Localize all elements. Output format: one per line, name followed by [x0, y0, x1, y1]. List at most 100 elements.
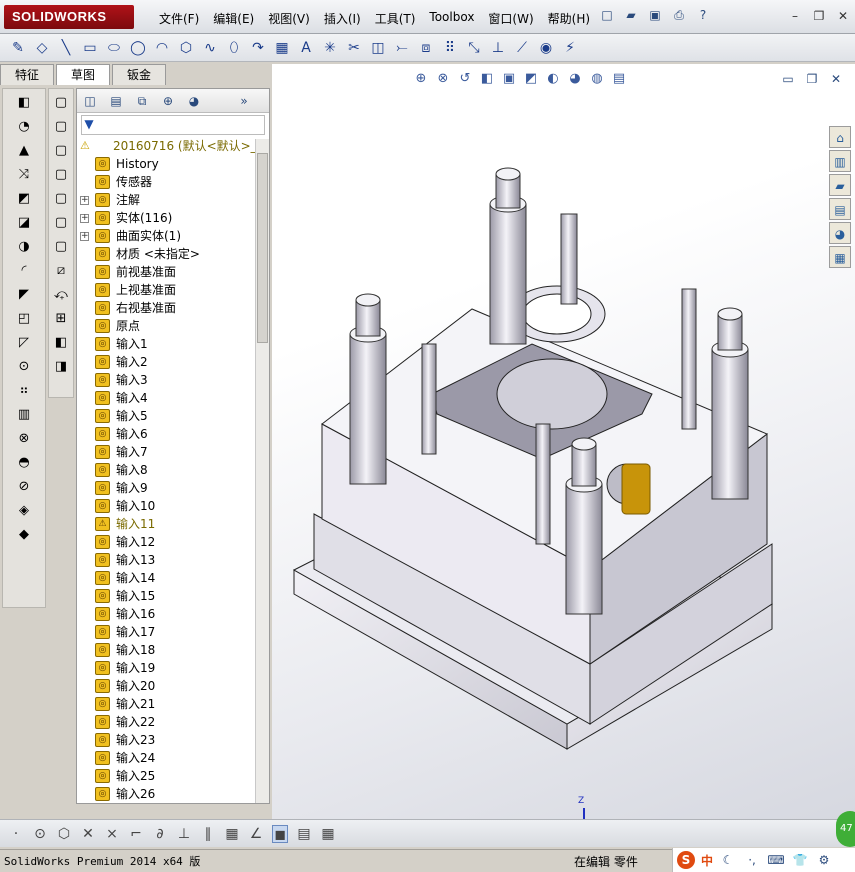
cube-icon-3[interactable]: ▢	[51, 141, 71, 161]
sweep-icon[interactable]: ⤨	[14, 165, 34, 185]
expand-toggle-icon[interactable]: +	[80, 232, 89, 241]
appearances-icon[interactable]: ◕	[829, 222, 851, 244]
configuration-manager-icon[interactable]: ⧉	[133, 92, 151, 110]
menu-edit[interactable]: 编辑(E)	[206, 10, 261, 27]
tree-item[interactable]: ◎ 输入24	[77, 749, 269, 767]
tree-item[interactable]: ◎ 原点	[77, 317, 269, 335]
skin-icon[interactable]: 👕	[791, 851, 809, 869]
extrude-icon[interactable]: ◧	[14, 93, 34, 113]
tangent-snap-icon[interactable]: ∂	[152, 825, 168, 843]
trim-icon[interactable]: ✂	[344, 39, 364, 57]
view-palette-icon[interactable]: ▤	[829, 198, 851, 220]
center-snap-icon[interactable]: ⊙	[32, 825, 48, 843]
draft-icon[interactable]: ◸	[14, 333, 34, 353]
cube-icon-2[interactable]: ▢	[51, 117, 71, 137]
split-line-icon[interactable]: ⧄	[51, 261, 71, 281]
angle-snap-icon[interactable]: ∠	[248, 825, 264, 843]
tree-item[interactable]: ◎ 材质 <未指定>	[77, 245, 269, 263]
tree-item[interactable]: ◎ 输入26	[77, 785, 269, 803]
tree-item[interactable]: ◎ 输入22	[77, 713, 269, 731]
cut-revolve-icon[interactable]: ◑	[14, 237, 34, 257]
new-document-icon[interactable]: □	[598, 6, 616, 24]
solidworks-logo[interactable]: SOLIDWORKS	[4, 5, 134, 29]
menu-view[interactable]: 视图(V)	[261, 10, 317, 27]
tree-item[interactable]: ◎ 前视基准面	[77, 263, 269, 281]
custom-properties-icon[interactable]: ▦	[829, 246, 851, 268]
keyboard-icon[interactable]: ⌨	[767, 851, 785, 869]
cube-icon[interactable]: ▢	[51, 93, 71, 113]
wrap-icon[interactable]: ⊗	[14, 429, 34, 449]
nearest-snap-icon[interactable]: ⌐	[128, 825, 144, 843]
performance-badge[interactable]: 47	[836, 811, 855, 847]
mirror-icon[interactable]: ⧈	[416, 39, 436, 57]
tree-item[interactable]: ◎ 输入2	[77, 353, 269, 371]
tools-icon[interactable]: ⚙	[815, 851, 833, 869]
tree-item[interactable]: ◎ 输入21	[77, 695, 269, 713]
line-icon[interactable]: ╲	[56, 39, 76, 57]
circle-icon[interactable]: ◯	[128, 39, 148, 57]
tree-item[interactable]: ◎ 输入19	[77, 659, 269, 677]
punctuation-icon[interactable]: ·,	[743, 851, 761, 869]
property-manager-icon[interactable]: ▤	[107, 92, 125, 110]
open-folder-icon[interactable]: ▰	[622, 6, 640, 24]
arc-icon[interactable]: ◠	[152, 39, 172, 57]
menu-window[interactable]: 窗口(W)	[481, 10, 540, 27]
fillet-icon[interactable]: ↷	[248, 39, 268, 57]
cube-icon-6[interactable]: ▢	[51, 213, 71, 233]
tree-item[interactable]: ◎ 输入20	[77, 677, 269, 695]
menu-help[interactable]: 帮助(H)	[541, 10, 597, 27]
dimxpert-icon[interactable]: ⊕	[159, 92, 177, 110]
display-relations-icon[interactable]: ⊥	[488, 39, 508, 57]
tree-item[interactable]: ⚠ 输入11	[77, 515, 269, 533]
display-manager-icon[interactable]: ◕	[185, 92, 203, 110]
tree-filter-input[interactable]: ▼	[81, 115, 265, 135]
ime-language[interactable]: 中	[701, 852, 713, 869]
tab-sheet-metal[interactable]: 钣金	[112, 64, 167, 85]
loft-icon[interactable]: ▲	[14, 141, 34, 161]
convert-entities-icon[interactable]: ◫	[368, 39, 388, 57]
menu-tools[interactable]: 工具(T)	[368, 10, 423, 27]
expand-toggle-icon[interactable]: +	[80, 214, 89, 223]
spline-icon[interactable]: ∿	[200, 39, 220, 57]
instant2d-icon[interactable]: ⚡	[560, 39, 580, 57]
point-snap-icon[interactable]: ·	[8, 825, 24, 843]
expand-toggle-icon[interactable]: +	[80, 196, 89, 205]
smart-dimension-icon[interactable]: ◇	[32, 39, 52, 57]
flex-icon[interactable]: ⊘	[14, 477, 34, 497]
menu-file[interactable]: 文件(F)	[152, 10, 206, 27]
table-icon[interactable]: ▦	[320, 825, 336, 843]
minimize-button[interactable]: –	[786, 8, 804, 24]
intersect-icon[interactable]: ◈	[14, 501, 34, 521]
help-icon[interactable]: ?	[694, 6, 712, 24]
tree-item[interactable]: ◎ 输入18	[77, 641, 269, 659]
grid-snap-icon[interactable]: ▦	[224, 825, 240, 843]
menu-toolbox[interactable]: Toolbox	[422, 10, 481, 27]
repair-sketch-icon[interactable]: ⟋	[512, 39, 532, 57]
save-icon[interactable]: ▣	[646, 6, 664, 24]
tree-item[interactable]: ◎ 输入15	[77, 587, 269, 605]
hole-wizard-icon[interactable]: ⊙	[14, 357, 34, 377]
feature-manager-icon[interactable]: ◫	[81, 92, 99, 110]
move-entities-icon[interactable]: ⤡	[464, 39, 484, 57]
cube-icon-7[interactable]: ▢	[51, 237, 71, 257]
tree-item[interactable]: ◎ 输入9	[77, 479, 269, 497]
midpoint-snap-icon[interactable]: ⬡	[56, 825, 72, 843]
expand-pane-icon[interactable]: »	[235, 92, 253, 110]
curve-icon[interactable]: ⤽	[51, 285, 71, 305]
menu-insert[interactable]: 插入(I)	[317, 10, 368, 27]
shell-icon[interactable]: ◰	[14, 309, 34, 329]
linear-pattern-icon[interactable]: ⠿	[440, 39, 460, 57]
rapid-sketch-icon[interactable]: ◉	[536, 39, 556, 57]
slot-icon[interactable]: ⬭	[104, 39, 124, 57]
quadrant-snap-icon[interactable]: ✕	[80, 825, 96, 843]
tree-item[interactable]: ◎ 输入4	[77, 389, 269, 407]
tree-item[interactable]: ◎ History	[77, 155, 269, 173]
reference-geometry-icon[interactable]: ⊞	[51, 309, 71, 329]
tree-item[interactable]: ◎ 输入16	[77, 605, 269, 623]
scrollbar-thumb[interactable]	[257, 153, 268, 343]
tree-item[interactable]: ◎ 右视基准面	[77, 299, 269, 317]
perpendicular-snap-icon[interactable]: ⊥	[176, 825, 192, 843]
close-button[interactable]: ✕	[834, 8, 852, 24]
tree-item[interactable]: ◎ 输入8	[77, 461, 269, 479]
tree-item[interactable]: ◎ 输入12	[77, 533, 269, 551]
